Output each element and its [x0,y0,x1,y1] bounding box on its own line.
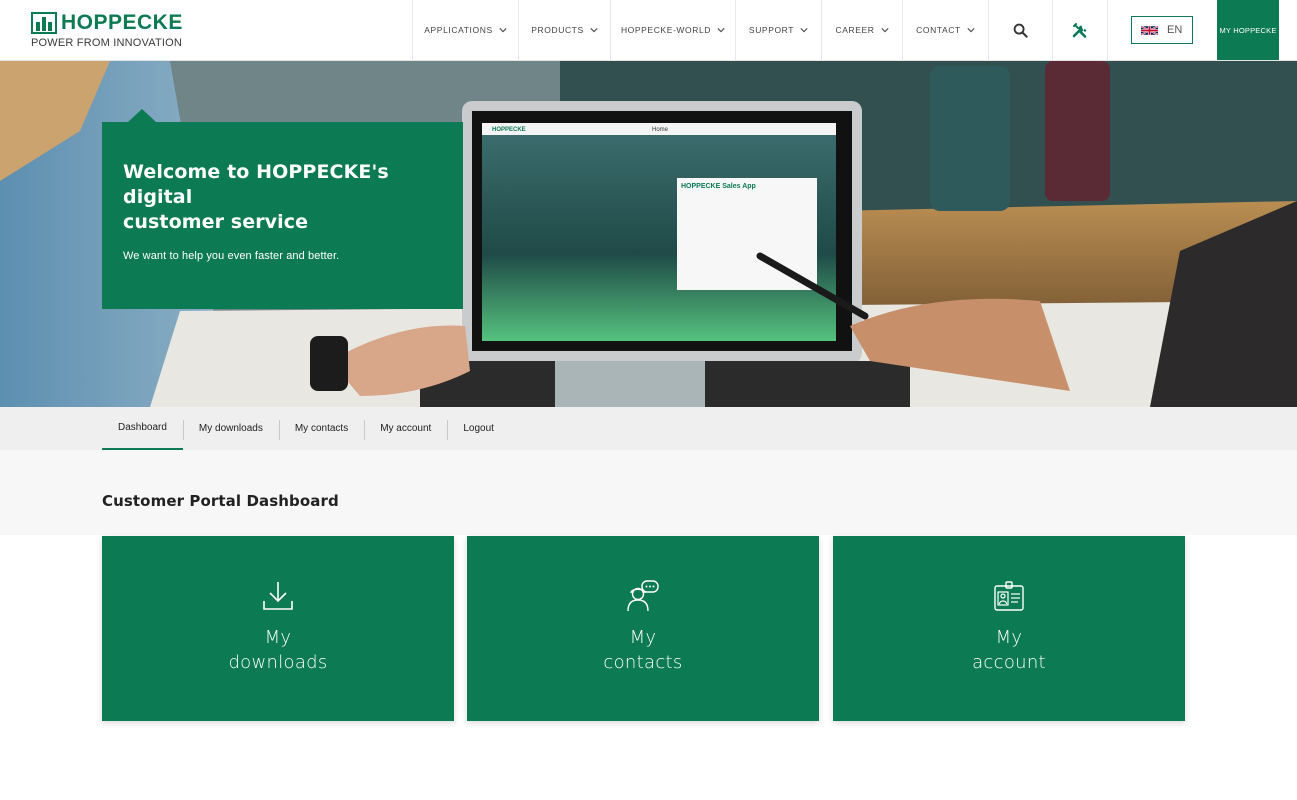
tile-label-line1: My [629,627,657,648]
portal-subnav-items: Dashboard My downloads My contacts My ac… [102,407,510,450]
subnav-my-downloads[interactable]: My downloads [182,407,279,450]
dashboard-title: Customer Portal Dashboard [102,492,339,510]
contact-chat-icon [627,580,659,612]
chevron-down-icon [967,28,975,33]
nav-hoppecke-world[interactable]: HOPPECKE-WORLD [610,0,735,60]
nav-label: SUPPORT [748,25,795,35]
tools-button[interactable] [1052,0,1107,60]
nav-label: CONTACT [916,25,961,35]
screen-home-label: Home [652,127,669,133]
main-nav: APPLICATIONS PRODUCTS HOPPECKE-WORLD SUP… [412,0,1216,60]
nav-applications[interactable]: APPLICATIONS [412,0,518,60]
chevron-down-icon [717,28,725,33]
screen-logo: HOPPECKE [492,127,526,133]
chevron-down-icon [800,28,808,33]
uk-flag-icon [1141,24,1158,36]
tile-label-line2: contacts [603,652,683,673]
site-header: HOPPECKE POWER FROM INNOVATION APPLICATI… [0,0,1297,61]
subnav-my-contacts[interactable]: My contacts [278,407,364,450]
chevron-down-icon [499,28,507,33]
tile-label-line2: account [972,652,1046,673]
nav-label: HOPPECKE-WORLD [620,25,712,35]
tile-label: My contacts [603,625,682,675]
chevron-down-icon [880,28,889,33]
language-selector[interactable]: EN [1131,16,1193,44]
hoppecke-logo[interactable]: HOPPECKE POWER FROM INNOVATION [31,12,183,50]
nav-products[interactable]: PRODUCTS [518,0,610,60]
nav-label: CAREER [835,25,875,35]
logo-name: HOPPECKE [61,11,183,34]
tile-label: My account [972,625,1046,675]
nav-contact[interactable]: CONTACT [902,0,988,60]
nav-career[interactable]: CAREER [821,0,902,60]
nav-support[interactable]: SUPPORT [735,0,821,60]
tile-label-line1: My [264,627,292,648]
welcome-panel: Welcome to HOPPECKE's digital customer s… [102,109,463,309]
welcome-notch [128,109,156,122]
tile-label: My downloads [228,625,327,675]
download-icon [263,582,293,610]
language-label: EN [1167,24,1183,36]
tile-label-line2: downloads [228,652,328,673]
tile-my-contacts[interactable]: My contacts [467,536,819,721]
tile-my-downloads[interactable]: My downloads [102,536,454,721]
nav-label: PRODUCTS [531,25,584,35]
my-hoppecke-button[interactable]: MY HOPPECKE [1217,0,1279,60]
search-icon [1013,23,1028,38]
screen-app-title: HOPPECKE Sales App [681,183,756,190]
portal-subnav: Dashboard My downloads My contacts My ac… [0,407,1297,450]
logo-tagline: POWER FROM INNOVATION [31,37,183,49]
language-cell: EN [1107,0,1216,60]
id-card-icon [994,581,1024,611]
welcome-subtitle: We want to help you even faster and bett… [123,250,340,262]
tools-icon [1072,23,1087,38]
chevron-down-icon [590,28,598,33]
hero-banner: Welcome to HOPPECKE's digital customer s… [0,61,1297,407]
subnav-my-account[interactable]: My account [364,407,447,450]
welcome-title-line2: customer service [123,211,309,233]
logo-tree-icon [31,12,57,34]
search-button[interactable] [988,0,1052,60]
tile-my-account[interactable]: My account [833,536,1185,721]
nav-label: APPLICATIONS [424,25,493,35]
welcome-title: Welcome to HOPPECKE's digital customer s… [123,160,443,235]
subnav-dashboard[interactable]: Dashboard [102,407,183,450]
subnav-logout[interactable]: Logout [447,407,510,450]
tile-label-line1: My [995,627,1023,648]
welcome-title-line1: Welcome to HOPPECKE's digital [123,161,389,208]
